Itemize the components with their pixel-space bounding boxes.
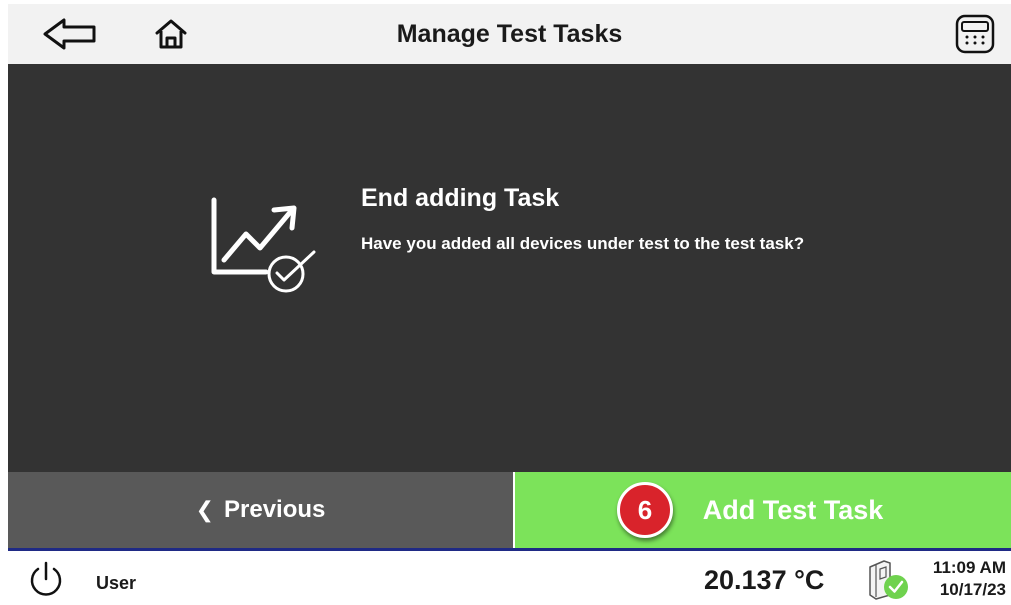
dialog-title: End adding Task bbox=[361, 184, 560, 212]
chart-check-icon bbox=[211, 197, 316, 293]
add-test-task-label: Add Test Task bbox=[702, 494, 884, 525]
back-button[interactable] bbox=[34, 4, 106, 64]
user-label: User bbox=[96, 573, 137, 593]
title-bar: Manage Test Tasks bbox=[8, 4, 1011, 64]
dialog-message: Have you added all devices under test to… bbox=[361, 234, 805, 253]
add-test-task-button[interactable]: 6 Add Test Task bbox=[515, 472, 1011, 548]
back-arrow-icon bbox=[43, 18, 96, 50]
previous-button[interactable]: ❮ Previous bbox=[8, 472, 513, 548]
home-icon bbox=[155, 19, 187, 49]
clock-time: 11:09 AM bbox=[932, 558, 1006, 577]
clock: 11:09 AM 10/17/23 bbox=[922, 557, 1006, 601]
step-badge: 6 bbox=[617, 482, 673, 538]
previous-label: Previous bbox=[224, 496, 326, 523]
keypad-button[interactable] bbox=[949, 4, 1001, 64]
temperature-readout: 20.137 °C bbox=[704, 565, 825, 595]
keypad-icon bbox=[955, 14, 995, 54]
power-icon[interactable] bbox=[26, 559, 66, 599]
action-bar: ❮ Previous 6 Add Test Task bbox=[8, 472, 1011, 548]
status-bar: User 20.137 °C 11:09 AM 10/17/23 bbox=[8, 551, 1011, 605]
chevron-left-icon: ❮ bbox=[195, 497, 215, 522]
clock-date: 10/17/23 bbox=[939, 580, 1006, 599]
device-status-icon bbox=[869, 560, 908, 600]
dialog-panel: End adding Task Have you added all devic… bbox=[8, 64, 1011, 472]
home-button[interactable] bbox=[148, 4, 194, 64]
